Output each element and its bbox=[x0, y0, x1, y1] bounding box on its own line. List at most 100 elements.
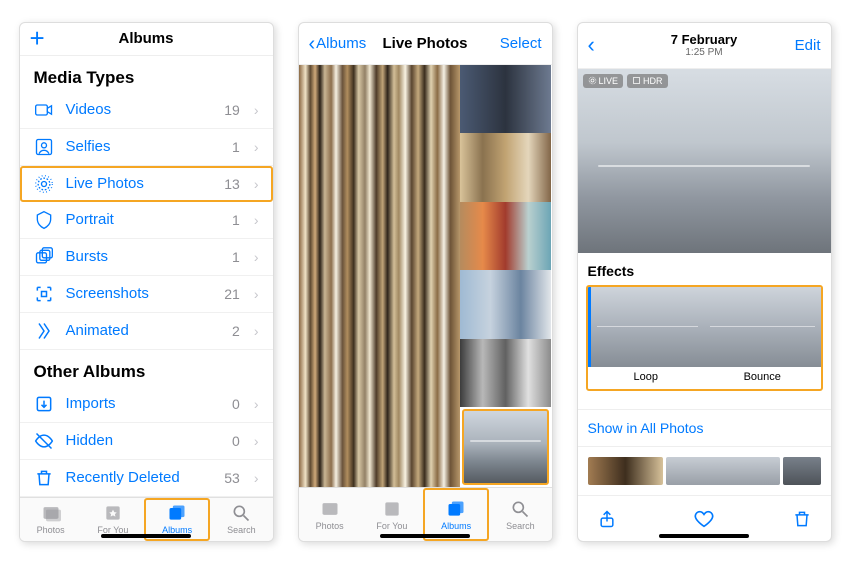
effect-preview bbox=[704, 287, 821, 367]
photo-grid bbox=[299, 65, 552, 487]
home-indicator[interactable] bbox=[659, 534, 749, 538]
row-hidden[interactable]: Hidden 0 › bbox=[20, 423, 273, 460]
home-indicator[interactable] bbox=[380, 534, 470, 538]
chevron-right-icon: › bbox=[254, 212, 259, 228]
row-label: Videos bbox=[66, 101, 213, 118]
row-label: Imports bbox=[66, 395, 221, 412]
live-photos-grid-screen: ‹ Albums Live Photos Select Photos For Y… bbox=[298, 22, 553, 542]
row-screenshots[interactable]: Screenshots 21 › bbox=[20, 276, 273, 313]
delete-button[interactable] bbox=[791, 508, 813, 530]
chevron-right-icon: › bbox=[254, 286, 259, 302]
tab-search[interactable]: Search bbox=[489, 488, 551, 541]
effect-label: Bounce bbox=[744, 367, 781, 389]
effects-row: Loop Bounce bbox=[586, 285, 823, 391]
chevron-right-icon: › bbox=[254, 396, 259, 412]
effect-loop[interactable]: Loop bbox=[588, 287, 705, 389]
row-live-photos[interactable]: Live Photos 13 › bbox=[20, 166, 273, 202]
imports-icon bbox=[34, 394, 54, 414]
albums-tab-icon bbox=[166, 503, 188, 523]
show-in-all-photos-link[interactable]: Show in All Photos bbox=[578, 409, 831, 447]
effect-preview bbox=[588, 287, 705, 367]
live-badge: LIVE bbox=[583, 74, 624, 88]
photo-thumbnail[interactable] bbox=[460, 202, 551, 270]
bursts-icon bbox=[34, 247, 54, 267]
row-videos[interactable]: Videos 19 › bbox=[20, 92, 273, 129]
effects-heading: Effects bbox=[578, 253, 831, 285]
tab-label: Search bbox=[506, 521, 535, 531]
photos-tab-icon bbox=[319, 499, 341, 519]
row-portrait[interactable]: Portrait 1 › bbox=[20, 202, 273, 239]
effect-label: Loop bbox=[634, 367, 658, 389]
selected-photo-thumbnail[interactable] bbox=[462, 409, 549, 485]
row-count: 1 bbox=[232, 139, 240, 155]
main-photo[interactable]: LIVE HDR bbox=[578, 69, 831, 254]
badge-label: HDR bbox=[643, 76, 663, 86]
photo-date: 7 February bbox=[578, 32, 831, 48]
row-label: Recently Deleted bbox=[66, 469, 213, 486]
screenshots-icon bbox=[34, 284, 54, 304]
row-recently-deleted[interactable]: Recently Deleted 53 › bbox=[20, 460, 273, 497]
header: ‹ Albums Live Photos Select bbox=[299, 23, 552, 65]
row-count: 13 bbox=[224, 176, 240, 192]
tab-label: For You bbox=[376, 521, 407, 531]
chevron-right-icon: › bbox=[254, 102, 259, 118]
header-title: Albums bbox=[20, 30, 273, 47]
selfies-icon bbox=[34, 137, 54, 157]
chevron-right-icon: › bbox=[254, 433, 259, 449]
section-media-types: Media Types bbox=[20, 56, 273, 92]
header: + Albums bbox=[20, 23, 273, 56]
photo-time: 1:25 PM bbox=[578, 47, 831, 59]
row-label: Live Photos bbox=[66, 175, 213, 192]
hidden-icon bbox=[34, 431, 54, 451]
strip-thumbnail[interactable] bbox=[666, 457, 780, 485]
row-imports[interactable]: Imports 0 › bbox=[20, 386, 273, 423]
share-button[interactable] bbox=[596, 508, 618, 530]
header-center: 7 February 1:25 PM bbox=[578, 32, 831, 60]
header: ‹ 7 February 1:25 PM Edit bbox=[578, 23, 831, 69]
tab-label: Photos bbox=[316, 521, 344, 531]
row-count: 0 bbox=[232, 433, 240, 449]
for-you-tab-icon bbox=[381, 499, 403, 519]
badge-label: LIVE bbox=[599, 76, 619, 86]
row-bursts[interactable]: Bursts 1 › bbox=[20, 239, 273, 276]
row-label: Portrait bbox=[66, 211, 221, 228]
tab-label: Photos bbox=[37, 525, 65, 535]
portrait-icon bbox=[34, 210, 54, 230]
strip-thumbnail[interactable] bbox=[588, 457, 664, 485]
albums-tab-icon bbox=[445, 499, 467, 519]
row-count: 19 bbox=[224, 102, 240, 118]
home-indicator[interactable] bbox=[101, 534, 191, 538]
row-count: 53 bbox=[224, 470, 240, 486]
trash-icon bbox=[34, 468, 54, 488]
badge-row: LIVE HDR bbox=[583, 74, 668, 88]
photo-thumbnail[interactable] bbox=[460, 65, 551, 133]
row-label: Bursts bbox=[66, 248, 221, 265]
for-you-tab-icon bbox=[102, 503, 124, 523]
thumbnail-strip[interactable] bbox=[578, 447, 831, 495]
photo-thumbnail[interactable] bbox=[460, 133, 551, 201]
chevron-right-icon: › bbox=[254, 470, 259, 486]
tab-search[interactable]: Search bbox=[210, 498, 272, 541]
tab-photos[interactable]: Photos bbox=[20, 498, 82, 541]
tab-photos[interactable]: Photos bbox=[299, 488, 361, 541]
row-animated[interactable]: Animated 2 › bbox=[20, 313, 273, 350]
chevron-right-icon: › bbox=[254, 139, 259, 155]
photo-thumbnail[interactable] bbox=[299, 65, 461, 487]
thumbnail-column bbox=[460, 65, 551, 487]
row-count: 1 bbox=[232, 212, 240, 228]
tab-label: Search bbox=[227, 525, 256, 535]
row-label: Selfies bbox=[66, 138, 221, 155]
row-label: Animated bbox=[66, 322, 221, 339]
section-other-albums: Other Albums bbox=[20, 350, 273, 386]
photo-thumbnail[interactable] bbox=[460, 339, 551, 407]
row-count: 1 bbox=[232, 249, 240, 265]
animated-icon bbox=[34, 321, 54, 341]
chevron-right-icon: › bbox=[254, 323, 259, 339]
row-label: Screenshots bbox=[66, 285, 213, 302]
strip-thumbnail[interactable] bbox=[783, 457, 821, 485]
favorite-button[interactable] bbox=[693, 508, 715, 530]
chevron-right-icon: › bbox=[254, 249, 259, 265]
effect-bounce[interactable]: Bounce bbox=[704, 287, 821, 389]
row-selfies[interactable]: Selfies 1 › bbox=[20, 129, 273, 166]
photo-thumbnail[interactable] bbox=[460, 270, 551, 338]
